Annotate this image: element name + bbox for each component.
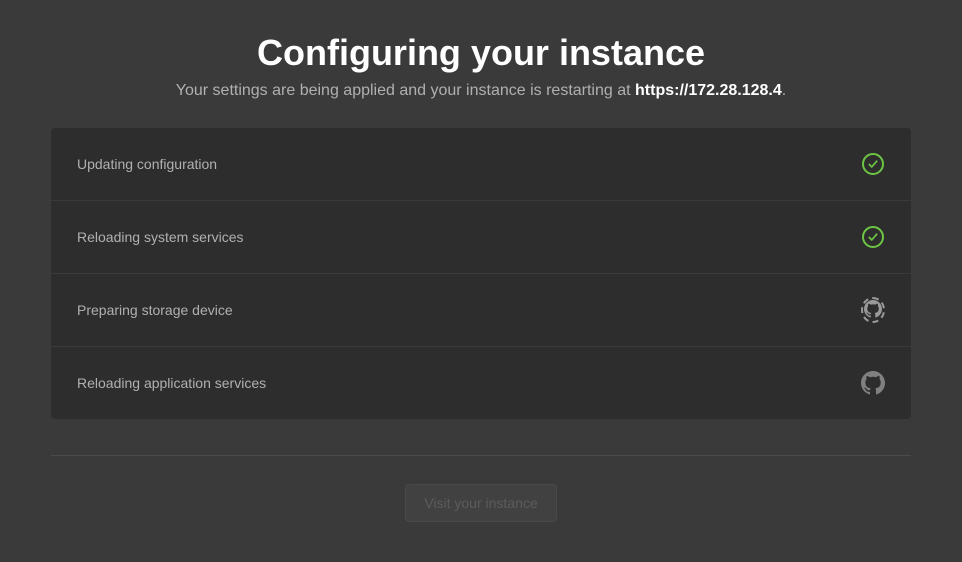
step-label: Reloading application services	[77, 375, 266, 391]
step-row-reloading-application-services: Reloading application services	[51, 347, 911, 419]
instance-url: https://172.28.128.4	[635, 82, 782, 99]
status-check-icon	[861, 152, 885, 176]
step-label: Preparing storage device	[77, 302, 233, 318]
steps-panel: Updating configuration Reloading system …	[51, 128, 911, 419]
step-label: Updating configuration	[77, 156, 217, 172]
status-spinner-icon	[861, 298, 885, 322]
divider	[51, 455, 911, 456]
subtitle-suffix: .	[782, 82, 786, 99]
status-check-icon	[861, 225, 885, 249]
page-subtitle: Your settings are being applied and your…	[176, 82, 786, 100]
page-title: Configuring your instance	[257, 32, 705, 74]
step-row-updating-configuration: Updating configuration	[51, 128, 911, 201]
step-row-preparing-storage-device: Preparing storage device	[51, 274, 911, 347]
status-pending-icon	[861, 371, 885, 395]
step-label: Reloading system services	[77, 229, 244, 245]
subtitle-prefix: Your settings are being applied and your…	[176, 82, 635, 99]
visit-instance-button[interactable]: Visit your instance	[405, 484, 556, 522]
step-row-reloading-system-services: Reloading system services	[51, 201, 911, 274]
